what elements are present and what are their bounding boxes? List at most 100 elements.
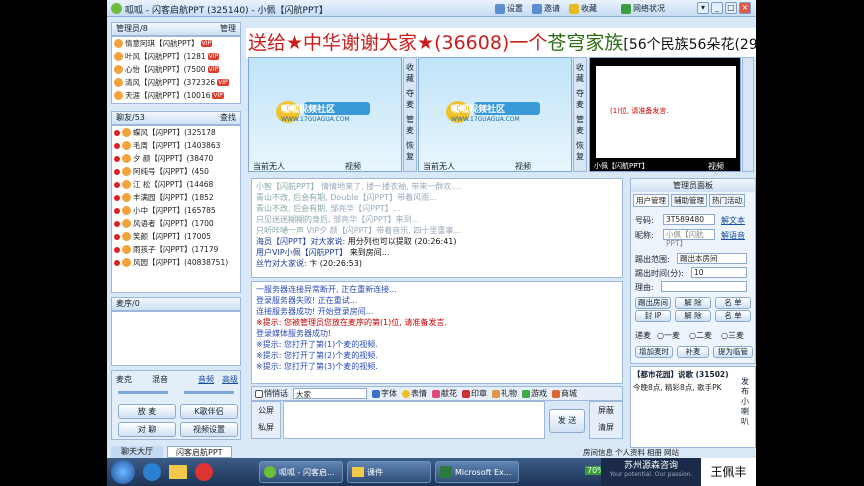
settings-button[interactable]: 设置: [495, 2, 523, 15]
mic3-radio[interactable]: ○三麦: [721, 330, 744, 341]
admin-list-item[interactable]: 叶风【闪航PPT】(1281 VIP: [112, 50, 240, 63]
audio-link[interactable]: 音频: [198, 374, 214, 385]
chat-user-item[interactable]: 小中【闪PPT】(165785: [112, 204, 240, 217]
loudspeaker-button[interactable]: 发布小喇叭: [741, 377, 753, 427]
favorite-button[interactable]: 收藏: [569, 2, 597, 15]
tab-hot-activities[interactable]: 热门活动: [709, 194, 745, 207]
mic-volume-slider[interactable]: [118, 391, 168, 394]
whisper-checkbox[interactable]: 悄悄话: [255, 388, 288, 399]
block-button[interactable]: 屏蔽: [590, 402, 622, 419]
chat-user-item[interactable]: 阿纯号【闪PPT】(450: [112, 165, 240, 178]
emoji-button[interactable]: 表情: [402, 388, 427, 399]
mic2-radio[interactable]: ○二麦: [689, 330, 712, 341]
private-screen-button[interactable]: 私屏: [252, 419, 280, 436]
chat-user-item[interactable]: 毛周【闪PPT】(1403863: [112, 139, 240, 152]
release-mic-button[interactable]: 放 麦: [118, 404, 176, 419]
mic-queue-list: [111, 311, 241, 366]
add-mic-time-button[interactable]: 增加麦时: [635, 346, 673, 358]
tab-current-room[interactable]: 闪客启航PPT: [167, 446, 232, 458]
mic1-radio[interactable]: ○一麦: [657, 330, 680, 341]
chat-user-item[interactable]: 笑颜【闪PPT】(17005: [112, 230, 240, 243]
tab-lobby[interactable]: 聊天大厅: [111, 446, 163, 458]
tab-album[interactable]: 相册: [647, 447, 662, 458]
chat-user-item[interactable]: 风语者【闪PPT】(1700: [112, 217, 240, 230]
unban-ip-button[interactable]: 解 除: [675, 310, 711, 322]
taskbar-excel[interactable]: Microsoft Ex...: [435, 461, 519, 483]
taskbar-guagua[interactable]: 呱呱 - 闪客启...: [259, 461, 343, 483]
chat-user-item[interactable]: 江 松【闪PPT】(14468: [112, 178, 240, 191]
private-chat-button[interactable]: 对 聊: [118, 422, 176, 437]
restore-button[interactable]: 恢 复: [574, 140, 586, 166]
media-player-icon[interactable]: [195, 463, 213, 481]
game-button[interactable]: 游戏: [522, 388, 547, 399]
admin-list-item[interactable]: 情意阿琪【闪航PPT】 VIP: [112, 37, 240, 50]
unban-text-link[interactable]: 解文本: [721, 215, 745, 226]
promote-temp-admin-button[interactable]: 提为临管: [713, 346, 753, 358]
kick-time-input[interactable]: 10: [691, 267, 747, 278]
tab-room-info[interactable]: 房间信息: [583, 447, 613, 458]
mall-button[interactable]: 商城: [552, 388, 577, 399]
reason-input[interactable]: [661, 281, 747, 292]
manage-link[interactable]: 管理: [220, 23, 236, 35]
admin-list-item[interactable]: 清风【闪航PPT】(372326 VIP: [112, 76, 240, 89]
tab-user-management[interactable]: 用户管理: [633, 194, 669, 207]
message-input[interactable]: [283, 401, 545, 439]
favorite-video-button[interactable]: 收 藏: [574, 62, 586, 88]
start-button[interactable]: [111, 460, 135, 484]
stamp-button[interactable]: 印章: [462, 388, 487, 399]
id-field[interactable]: 3T589480: [663, 214, 715, 225]
ie-icon[interactable]: [143, 463, 161, 481]
ktv-button[interactable]: K歌伴侣: [180, 404, 238, 419]
chat-user-item[interactable]: 丰满园【闪PPT】(1852: [112, 191, 240, 204]
flower-button[interactable]: 献花: [432, 388, 457, 399]
system-message-area[interactable]: 一服务器连接异常断开, 正在重新连接... 登录服务器失败! 正在重试... 连接服…: [251, 281, 623, 384]
send-button[interactable]: 发 送: [549, 409, 585, 433]
chat-user-item[interactable]: 风园【闪PPT】(40838751): [112, 256, 240, 269]
status-icon: [114, 220, 120, 227]
favorite-video-button[interactable]: 收 藏: [404, 62, 416, 88]
public-chat-area[interactable]: 小智【闪航PPT】 情情地来了, 搂一搂衣袖, 带来一群欢.... 青山不改, 后…: [251, 178, 623, 278]
kick-range-select[interactable]: 踢出本房间: [677, 253, 747, 264]
target-select[interactable]: 大家: [293, 388, 367, 399]
grab-mic-button[interactable]: 夺 麦: [574, 88, 586, 114]
chat-user-item[interactable]: 夕 颜【闪PPT】(38470: [112, 152, 240, 165]
kick-out-button[interactable]: 踢出房间: [635, 297, 671, 309]
nickname-field[interactable]: 小佩【闪航PPT】: [663, 229, 715, 248]
clear-screen-button[interactable]: 清屏: [590, 419, 622, 436]
tab-profile[interactable]: 个人资料: [615, 447, 645, 458]
video-side-controls-3[interactable]: [742, 57, 754, 172]
font-button[interactable]: 字体: [372, 388, 397, 399]
ban-ip-button[interactable]: 封 IP: [635, 310, 671, 322]
video-settings-button[interactable]: 视频设置: [180, 422, 238, 437]
unban-voice-link[interactable]: 解语音: [721, 230, 745, 241]
taskbar-folder[interactable]: 课件: [347, 461, 431, 483]
chat-user-item[interactable]: 蝶风【闪PPT】(325178: [112, 126, 240, 139]
public-screen-button[interactable]: 公屏: [252, 402, 280, 419]
invite-button[interactable]: 邀请: [532, 2, 560, 15]
give-mic-button[interactable]: 补麦: [677, 346, 709, 358]
minimize-button[interactable]: _: [711, 2, 723, 14]
tab-website[interactable]: 网站: [664, 447, 679, 458]
manage-mic-button[interactable]: 管 麦: [404, 114, 416, 140]
skin-button[interactable]: ▾: [697, 2, 709, 14]
close-button[interactable]: ×: [739, 2, 751, 14]
network-status-button[interactable]: 网络状况: [621, 2, 665, 15]
gift-button[interactable]: 礼物: [492, 388, 517, 399]
manage-mic-button[interactable]: 管 麦: [574, 114, 586, 140]
admin-list-item[interactable]: 天涯【闪航PPT】(10016 VIP: [112, 89, 240, 102]
admin-list-item[interactable]: 心怡【闪航PPT】(7500 VIP: [112, 63, 240, 76]
folder-icon[interactable]: [169, 465, 187, 479]
grab-mic-button[interactable]: 夺 麦: [404, 88, 416, 114]
tab-assist-management[interactable]: 辅助管理: [671, 194, 707, 207]
search-link[interactable]: 查找: [220, 112, 236, 124]
maximize-button[interactable]: □: [725, 2, 737, 14]
mix-radio[interactable]: 混音: [152, 374, 168, 385]
chat-user-item[interactable]: 雨孩子【闪PPT】(17179: [112, 243, 240, 256]
mic-radio[interactable]: 麦克: [116, 374, 132, 385]
speaker-volume-slider[interactable]: [184, 391, 234, 394]
restore-button[interactable]: 恢 复: [404, 140, 416, 166]
unkick-button[interactable]: 解 除: [675, 297, 711, 309]
advanced-link[interactable]: 高级: [222, 374, 238, 385]
ban-list-button[interactable]: 名 单: [715, 310, 751, 322]
kick-list-button[interactable]: 名 单: [715, 297, 751, 309]
